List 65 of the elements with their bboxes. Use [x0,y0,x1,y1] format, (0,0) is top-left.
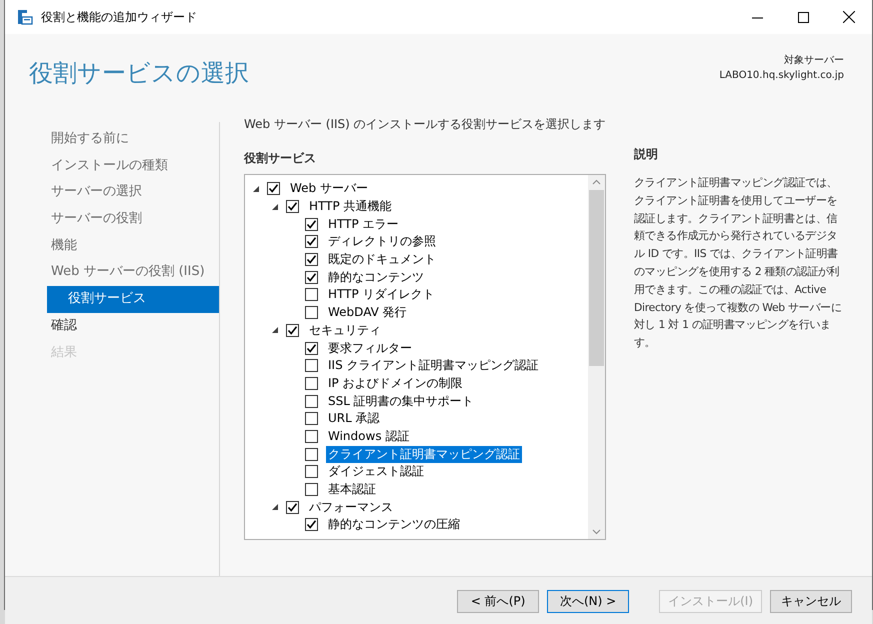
checkbox[interactable] [305,394,318,408]
collapse-arrow-icon[interactable] [251,184,261,194]
scrollbar[interactable] [588,175,605,539]
checkbox[interactable] [286,200,299,214]
window-title: 役割と機能の追加ウィザード [41,8,198,26]
tree-item-label[interactable]: パフォーマンス [307,498,395,516]
wizard-step[interactable]: 機能 [47,232,219,260]
tree-item-label[interactable]: IP およびドメインの制限 [326,374,465,392]
checkbox[interactable] [305,218,318,231]
tree-item-label[interactable]: ダイジェスト認証 [326,463,426,480]
wizard-step[interactable]: サーバーの選択 [47,179,219,206]
wizard-step[interactable]: 確認 [47,312,219,340]
checkbox[interactable] [286,324,299,337]
checkbox[interactable] [305,376,318,390]
collapse-arrow-icon[interactable] [270,325,280,336]
wizard-step[interactable]: インストールの種類 [47,152,219,180]
tree-item-label[interactable]: 要求フィルター [326,340,414,357]
tree-item-label[interactable]: URL 承認 [326,410,382,428]
checkbox[interactable] [305,483,318,496]
tree-item-label[interactable]: セキュリティ [307,322,383,339]
checkbox[interactable] [305,235,318,248]
tree-item-label[interactable]: WebDAV 発行 [326,304,409,322]
description-text: クライアント証明書マッピング認証では、クライアント証明書を使用してユーザーを認証します。クライアント証明書とは、信頼できる作成元から発行されているデジタル ID です。IIS では、クライアント証明書のマッピングを使用する 2 種類の認証が利用できます。この種の認証では、Active Directory を使って複数の Web サーバーに対し 1 対 1 の証明書マッピングを行います。 [634,175,842,352]
description-heading: 説明 [634,146,659,163]
collapse-arrow-icon[interactable] [270,502,280,512]
tree-item-label[interactable]: HTTP リダイレクト [326,286,437,304]
checkbox[interactable] [305,359,318,372]
collapse-arrow-icon[interactable] [270,202,280,212]
checkbox[interactable] [305,430,318,443]
tree-item-label[interactable]: HTTP エラー [326,216,401,233]
checkbox[interactable] [305,412,318,426]
tree-item-label[interactable]: IIS クライアント証明書マッピング認証 [326,357,541,374]
wizard-button[interactable]: キャンセル [770,590,852,612]
wizard-step[interactable]: Web サーバーの役割 (IIS) [47,259,219,286]
checkbox[interactable] [305,465,318,478]
tree-item-label[interactable]: SSL 証明書の集中サポート [326,392,476,410]
checkbox[interactable] [305,306,318,320]
wizard-step[interactable]: 開始する前に [47,126,219,153]
tree-item-label[interactable]: HTTP 共通機能 [307,198,394,216]
checkbox[interactable] [267,182,280,196]
tree-item-label[interactable]: Windows 認証 [326,428,412,445]
checkbox[interactable] [305,342,318,355]
checkbox[interactable] [305,288,318,302]
checkbox[interactable] [305,270,318,284]
tree-item-label[interactable]: ディレクトリの参照 [326,233,438,250]
target-server-label: 対象サーバー [784,54,844,67]
wizard-button[interactable]: < 前へ(P) [457,590,540,612]
wizard-step[interactable]: サーバーの役割 [47,206,219,233]
wizard-button[interactable]: 次へ(N) > [547,590,630,612]
server-manager-icon [17,9,33,25]
wizard-step[interactable]: 役割サービス [47,286,219,313]
instruction-text: Web サーバー (IIS) のインストールする役割サービスを選択します [244,116,606,133]
tree-item-label[interactable]: Web サーバー [288,180,370,198]
checkbox[interactable] [286,500,299,514]
tree-item-label[interactable]: 既定のドキュメント [326,251,438,268]
tree-item-label[interactable]: 静的なコンテンツの圧縮 [326,516,462,534]
page-title: 役割サービスの選択 [29,58,250,89]
tree-item-label[interactable]: 基本認証 [326,481,378,498]
tree-item-label[interactable]: クライアント証明書マッピング認証 [326,446,522,463]
section-heading: 役割サービス [244,150,317,167]
target-server-name: LABO10.hq.skylight.co.jp [719,70,844,81]
tree-item-label[interactable]: 静的なコンテンツ [326,268,426,286]
checkbox[interactable] [305,253,318,266]
checkbox[interactable] [305,518,318,532]
checkbox[interactable] [305,448,318,461]
